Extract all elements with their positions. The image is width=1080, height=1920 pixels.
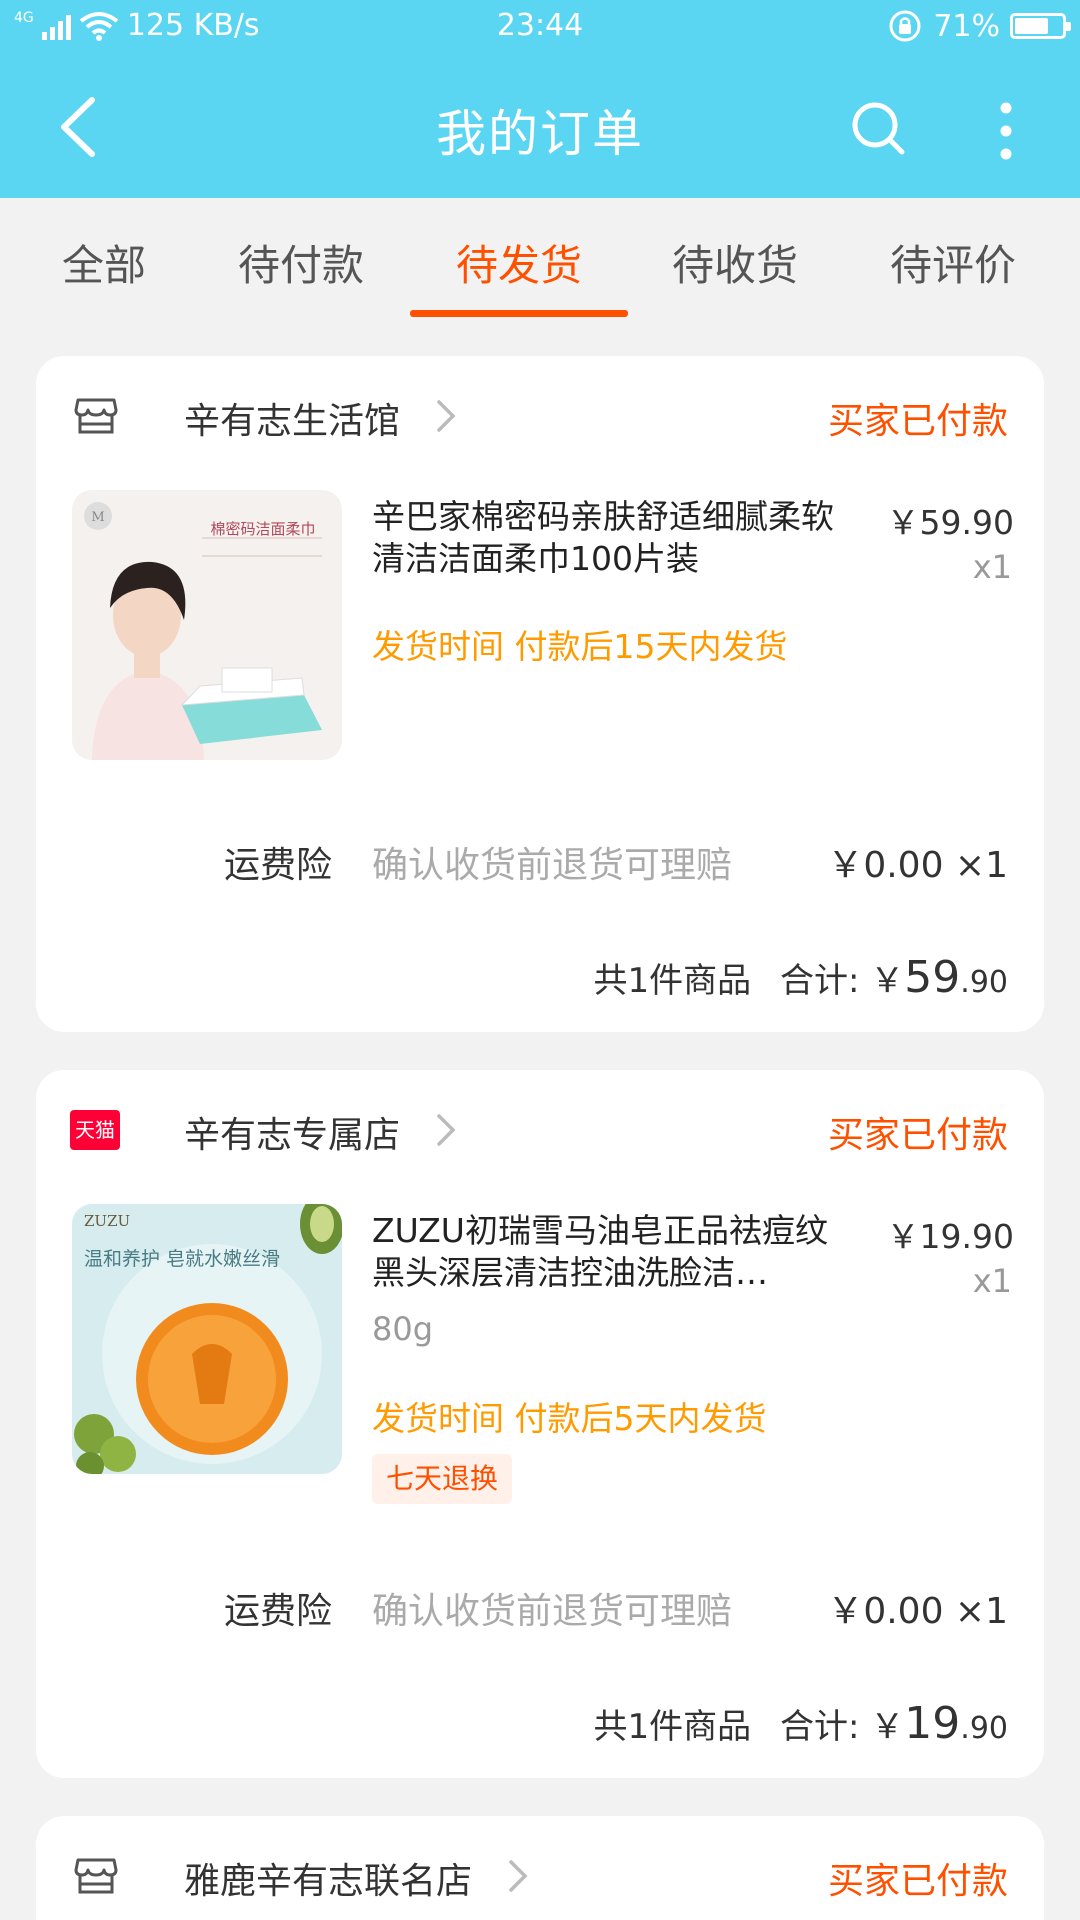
chevron-right-icon xyxy=(437,400,456,432)
shipping-time: 发货时间 付款后5天内发货 xyxy=(372,1399,767,1438)
shipping-insurance-desc: 确认收货前退货可理赔 xyxy=(372,1591,733,1632)
battery-icon xyxy=(1010,13,1071,39)
tab-all[interactable]: 全部 xyxy=(62,232,146,293)
total-integer: 59 xyxy=(904,952,961,1003)
product-image-brand: ZUZU xyxy=(84,1212,131,1230)
shipping-insurance-price: ￥0.00 ×1 xyxy=(827,845,1008,886)
product-title[interactable]: 辛巴家棉密码亲肤舒适细腻柔软清洁洁面柔巾100片装 xyxy=(372,496,852,580)
total-decimal: .90 xyxy=(960,965,1008,1000)
product-sku: 80g xyxy=(372,1310,434,1348)
shipping-insurance-price: ￥0.00 ×1 xyxy=(827,1591,1008,1632)
store-icon xyxy=(74,398,118,434)
product-title[interactable]: ZUZU初瑞雪马油皂正品祛痘纹黑头深层清洁控油洗脸洁… xyxy=(372,1210,852,1294)
item-count: 共1件商品 xyxy=(593,1707,752,1747)
order-summary: 共1件商品 合计: ￥19.90 xyxy=(594,1698,1008,1749)
tab-pending-shipment[interactable]: 待发货 xyxy=(456,232,582,293)
app-header: 我的订单 xyxy=(0,56,1080,198)
total-integer: 19 xyxy=(904,1698,961,1749)
shop-name[interactable]: 辛有志专属店 xyxy=(184,1106,400,1158)
shop-row[interactable]: 辛有志生活馆 买家已付款 xyxy=(74,390,1008,450)
battery-fill xyxy=(1015,18,1048,34)
order-card[interactable]: 天猫 辛有志专属店 买家已付款 ZUZU 温和养护 皂就水嫩丝滑 ZUZU初瑞雪… xyxy=(36,1070,1044,1778)
tab-pending-payment[interactable]: 待付款 xyxy=(238,232,364,293)
shop-row[interactable]: 雅鹿辛有志联名店 买家已付款 xyxy=(74,1850,1008,1910)
total-label: 合计: xyxy=(780,1707,860,1747)
product-image-caption: 温和养护 皂就水嫩丝滑 xyxy=(84,1248,281,1270)
item-count: 共1件商品 xyxy=(593,961,752,1001)
chevron-right-icon xyxy=(437,1114,456,1146)
total-decimal: .90 xyxy=(960,1711,1008,1746)
product-quantity: x1 xyxy=(972,1262,1012,1300)
tab-pending-review[interactable]: 待评价 xyxy=(890,232,1016,293)
store-icon xyxy=(74,1858,118,1894)
product-image[interactable]: ZUZU 温和养护 皂就水嫩丝滑 xyxy=(72,1204,342,1474)
active-tab-indicator xyxy=(410,310,628,317)
svg-text:M: M xyxy=(91,510,104,525)
product-quantity: x1 xyxy=(972,548,1012,586)
order-card[interactable]: 雅鹿辛有志联名店 买家已付款 xyxy=(36,1816,1044,1920)
return-policy-tag: 七天退换 xyxy=(372,1454,513,1504)
tmall-icon: 天猫 xyxy=(70,1110,120,1150)
status-bar: 4G 125 KB/s 23:44 71% xyxy=(0,0,1080,56)
order-status: 买家已付款 xyxy=(827,1115,1008,1156)
product-price: ￥59.90 xyxy=(886,503,1014,542)
order-status: 买家已付款 xyxy=(827,1861,1008,1902)
product-image[interactable]: M 棉密码洁面柔巾 xyxy=(72,490,342,760)
product-image-caption: 棉密码洁面柔巾 xyxy=(210,520,316,538)
shipping-time: 发货时间 付款后15天内发货 xyxy=(372,627,788,666)
shipping-insurance-label: 运费险 xyxy=(224,1591,333,1632)
shipping-insurance-desc: 确认收货前退货可理赔 xyxy=(372,845,733,886)
order-summary: 共1件商品 合计: ￥59.90 xyxy=(594,952,1008,1003)
page-title: 我的订单 xyxy=(436,105,644,163)
battery-percent: 71% xyxy=(933,8,1000,44)
shop-name[interactable]: 雅鹿辛有志联名店 xyxy=(184,1852,472,1904)
shop-name[interactable]: 辛有志生活馆 xyxy=(184,392,400,444)
total-label: 合计: xyxy=(780,961,860,1001)
order-card[interactable]: 辛有志生活馆 买家已付款 M 棉密码洁面柔巾 辛巴家棉密码亲肤舒适细腻柔软清洁洁… xyxy=(36,356,1044,1032)
product-price: ￥19.90 xyxy=(886,1217,1014,1256)
total-currency: ￥ xyxy=(870,1707,905,1747)
shop-row[interactable]: 天猫 辛有志专属店 买家已付款 xyxy=(70,1104,1008,1164)
chevron-right-icon xyxy=(509,1860,528,1892)
order-tabs: 全部 待付款 待发货 待收货 待评价 xyxy=(0,198,1080,320)
tab-pending-receipt[interactable]: 待收货 xyxy=(672,232,798,293)
total-currency: ￥ xyxy=(870,961,905,1001)
search-icon[interactable] xyxy=(848,98,908,158)
order-status: 买家已付款 xyxy=(827,401,1008,442)
more-icon[interactable] xyxy=(986,96,1026,166)
shipping-insurance-label: 运费险 xyxy=(224,845,333,886)
rotation-lock-icon xyxy=(889,10,921,42)
